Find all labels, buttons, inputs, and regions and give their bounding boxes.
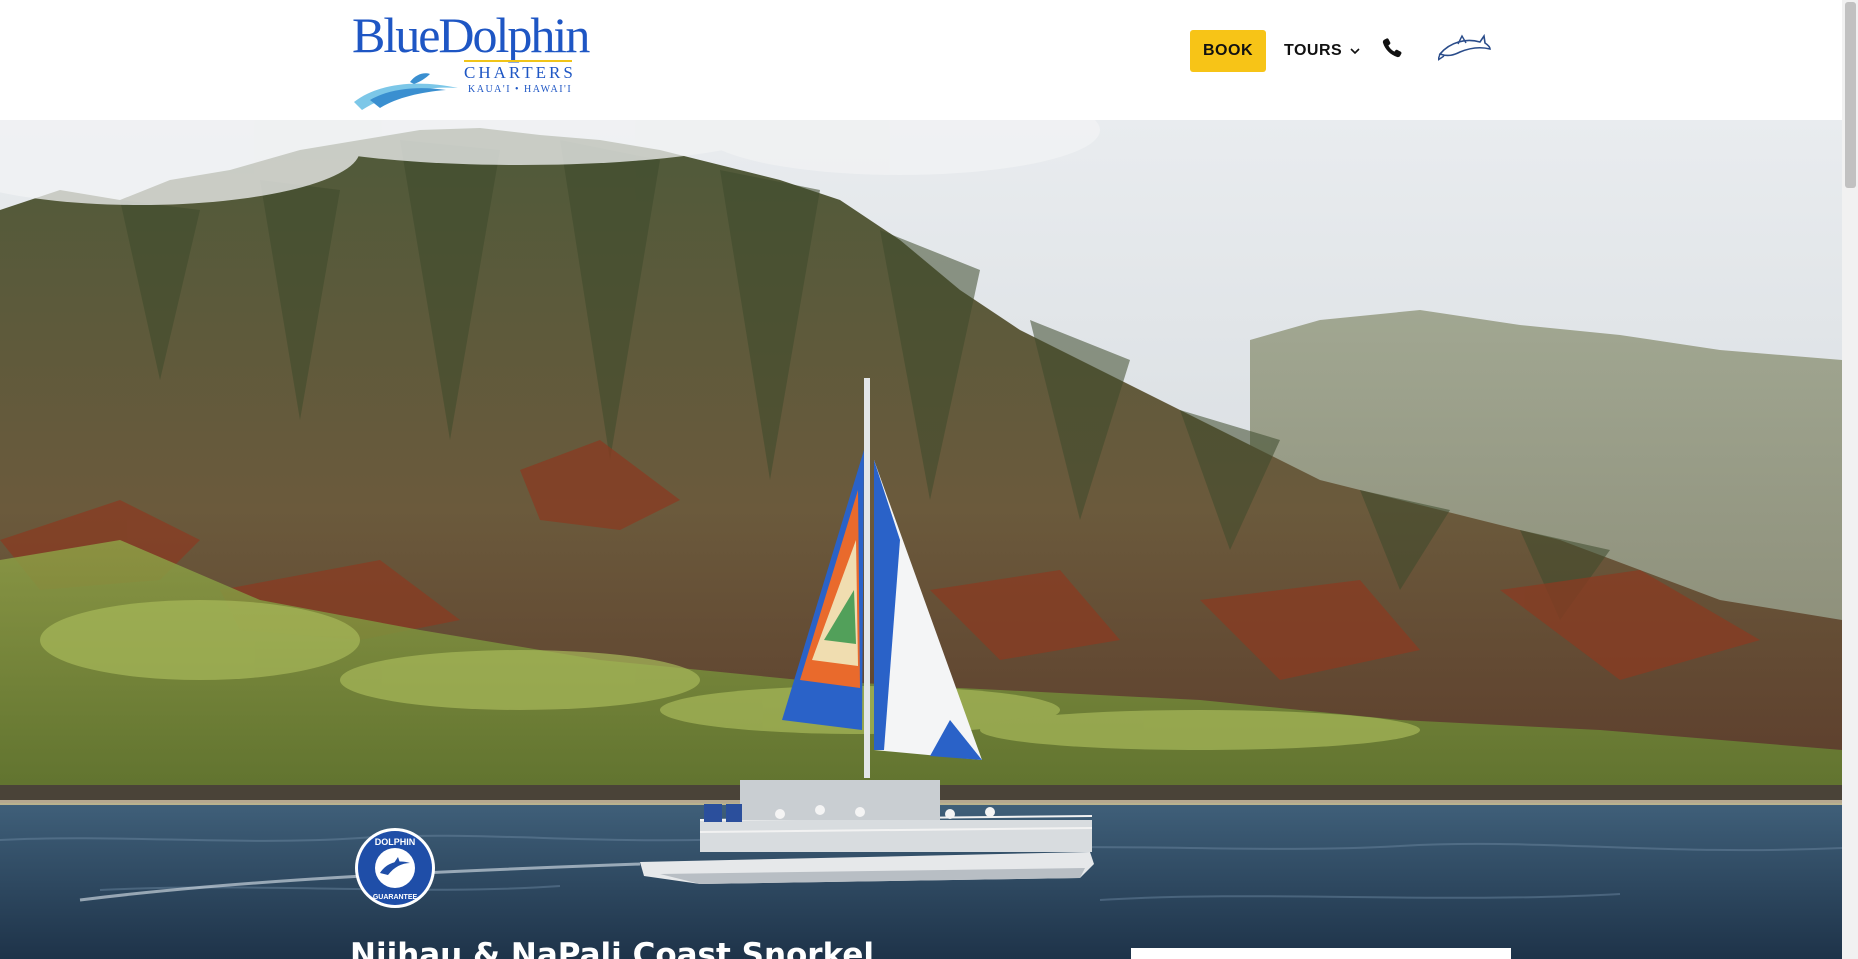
tours-menu[interactable]: TOURS <box>1284 30 1360 72</box>
logo-location: KAUA'I • HAWAI'I <box>468 84 573 95</box>
chevron-down-icon <box>1350 47 1360 54</box>
tours-label: TOURS <box>1284 42 1343 59</box>
phone-icon[interactable] <box>1380 36 1404 60</box>
page-scrollbar[interactable] <box>1842 0 1858 959</box>
booking-panel-edge <box>1131 948 1511 959</box>
dolphin-icon[interactable] <box>1438 30 1492 64</box>
scrollbar-thumb[interactable] <box>1845 2 1856 188</box>
book-button[interactable]: BOOK <box>1190 30 1266 72</box>
dolphin-guarantee-badge[interactable]: DOLPHIN GUARANTEE <box>354 827 436 909</box>
logo-wordmark: BlueDolphin <box>352 7 590 63</box>
logo-gold-rule <box>464 60 572 62</box>
hero-image <box>0 120 1842 959</box>
page: BlueDolphin CHARTERS KAUA'I • HAWAI'I BO… <box>0 0 1858 959</box>
badge-text-top: DOLPHIN <box>375 837 416 847</box>
logo-subtitle: CHARTERS <box>464 63 576 82</box>
brand-logo[interactable]: BlueDolphin CHARTERS KAUA'I • HAWAI'I <box>350 8 590 114</box>
hero-heading: Niihau & NaPali Coast Snorkel <box>350 937 875 959</box>
badge-text-bottom: GUARANTEE <box>373 894 418 901</box>
hero-banner: DOLPHIN GUARANTEE Niihau & NaPali Coast … <box>0 120 1842 959</box>
site-header: BlueDolphin CHARTERS KAUA'I • HAWAI'I BO… <box>0 0 1842 120</box>
